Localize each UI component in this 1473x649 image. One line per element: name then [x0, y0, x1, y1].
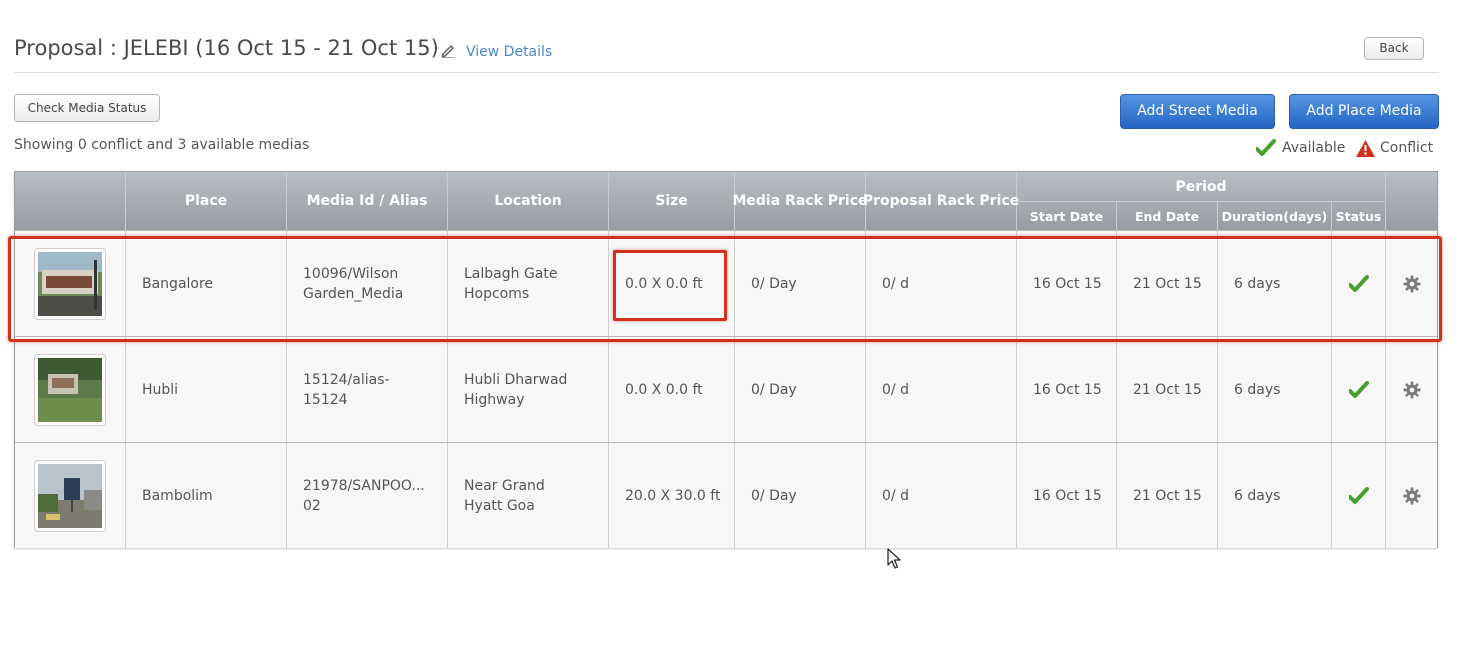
start-date-cell: 16 Oct 15	[1017, 231, 1117, 336]
table-header: Place Media Id / Alias Location Size Med…	[15, 172, 1437, 230]
header-end-date[interactable]: End Date	[1117, 202, 1218, 230]
checkmark-icon	[1256, 139, 1276, 156]
header-media-rack-price[interactable]: Media Rack Price	[732, 172, 868, 230]
title-row: Proposal : JELEBI (16 Oct 15 - 21 Oct 15…	[14, 36, 1439, 73]
duration-cell: 6 days	[1218, 231, 1332, 336]
status-cell	[1332, 231, 1386, 336]
legend-conflict: Conflict	[1355, 139, 1445, 159]
place-cell: Hubli	[126, 337, 287, 442]
thumbnail-cell	[15, 231, 126, 336]
proposal-rack-price-cell: 0/ d	[866, 231, 1017, 336]
legend-conflict-label: Conflict	[1380, 140, 1434, 156]
add-street-media-button[interactable]: Add Street Media	[1120, 94, 1275, 129]
actions-cell	[1386, 231, 1437, 336]
start-date-cell: 16 Oct 15	[1017, 443, 1117, 548]
status-cell	[1332, 443, 1386, 548]
end-date-cell: 21 Oct 15	[1117, 231, 1218, 336]
thumbnail-cell	[15, 337, 126, 442]
header-size[interactable]: Size	[609, 172, 735, 230]
end-date-cell: 21 Oct 15	[1117, 443, 1218, 548]
media-rack-price-cell: 0/ Day	[735, 231, 866, 336]
media-id-cell: 10096/Wilson Garden_Media	[287, 231, 448, 336]
media-thumbnail[interactable]	[34, 459, 106, 532]
checkmark-icon	[1348, 486, 1369, 504]
start-date-cell: 16 Oct 15	[1017, 337, 1117, 442]
actions-cell	[1386, 443, 1437, 548]
duration-cell: 6 days	[1218, 443, 1332, 548]
back-button[interactable]: Back	[1364, 37, 1424, 60]
media-table: Place Media Id / Alias Location Size Med…	[14, 171, 1438, 548]
place-cell: Bambolim	[126, 443, 287, 548]
actions-cell	[1386, 337, 1437, 442]
location-cell: Near Grand Hyatt Goa	[448, 443, 609, 548]
header-location[interactable]: Location	[448, 172, 609, 230]
media-thumbnail[interactable]	[34, 353, 106, 426]
location-cell: Hubli Dharwad Highway	[448, 337, 609, 442]
gear-icon[interactable]	[1402, 380, 1421, 399]
media-rack-price-cell: 0/ Day	[735, 443, 866, 548]
media-id-cell: 21978/SANPOO... 02	[287, 443, 448, 548]
warning-triangle-icon	[1356, 140, 1375, 157]
proposal-rack-price-cell: 0/ d	[866, 337, 1017, 442]
media-id-cell: 15124/alias- 15124	[287, 337, 448, 442]
place-cell: Bangalore	[126, 231, 287, 336]
size-cell: 0.0 X 0.0 ft	[609, 337, 735, 442]
header-start-date[interactable]: Start Date	[1017, 202, 1117, 230]
media-thumbnail[interactable]	[34, 247, 106, 320]
header-status[interactable]: Status	[1332, 202, 1386, 230]
header-place[interactable]: Place	[126, 172, 287, 230]
duration-cell: 6 days	[1218, 337, 1332, 442]
pencil-icon[interactable]	[440, 42, 456, 58]
media-rack-price-cell: 0/ Day	[735, 337, 866, 442]
checkmark-icon	[1348, 274, 1369, 292]
legend-available-label: Available	[1282, 140, 1346, 156]
gear-icon[interactable]	[1402, 274, 1421, 293]
proposal-rack-price-cell: 0/ d	[866, 443, 1017, 548]
add-place-media-button[interactable]: Add Place Media	[1289, 94, 1439, 129]
header-duration[interactable]: Duration(days)	[1218, 202, 1332, 230]
thumbnail-cell	[15, 443, 126, 548]
page-title: Proposal : JELEBI (16 Oct 15 - 21 Oct 15…	[14, 36, 439, 60]
size-cell: 20.0 X 30.0 ft	[609, 443, 735, 548]
view-details-link[interactable]: View Details	[466, 44, 552, 60]
header-thumb	[15, 172, 126, 230]
summary-text: Showing 0 conflict and 3 available media…	[14, 137, 310, 153]
header-proposal-rack-price[interactable]: Proposal Rack Price	[863, 172, 1019, 230]
size-cell: 0.0 X 0.0 ft	[609, 231, 735, 336]
gear-icon[interactable]	[1402, 486, 1421, 505]
checkmark-icon	[1348, 380, 1369, 398]
status-cell	[1332, 337, 1386, 442]
header-actions	[1386, 172, 1437, 230]
table-row: Bangalore 10096/Wilson Garden_Media Lalba…	[15, 230, 1437, 336]
mouse-cursor-icon	[887, 548, 901, 569]
check-media-status-button[interactable]: Check Media Status	[14, 94, 160, 122]
location-cell: Lalbagh Gate Hopcoms	[448, 231, 609, 336]
header-period: Period	[1017, 172, 1386, 202]
header-media-id[interactable]: Media Id / Alias	[287, 172, 448, 230]
table-row: Bambolim 21978/SANPOO... 02 Near Grand Hya…	[15, 442, 1437, 548]
table-row: Hubli 15124/alias- 15124 Hubli Dharwad Hig…	[15, 336, 1437, 442]
end-date-cell: 21 Oct 15	[1117, 337, 1218, 442]
